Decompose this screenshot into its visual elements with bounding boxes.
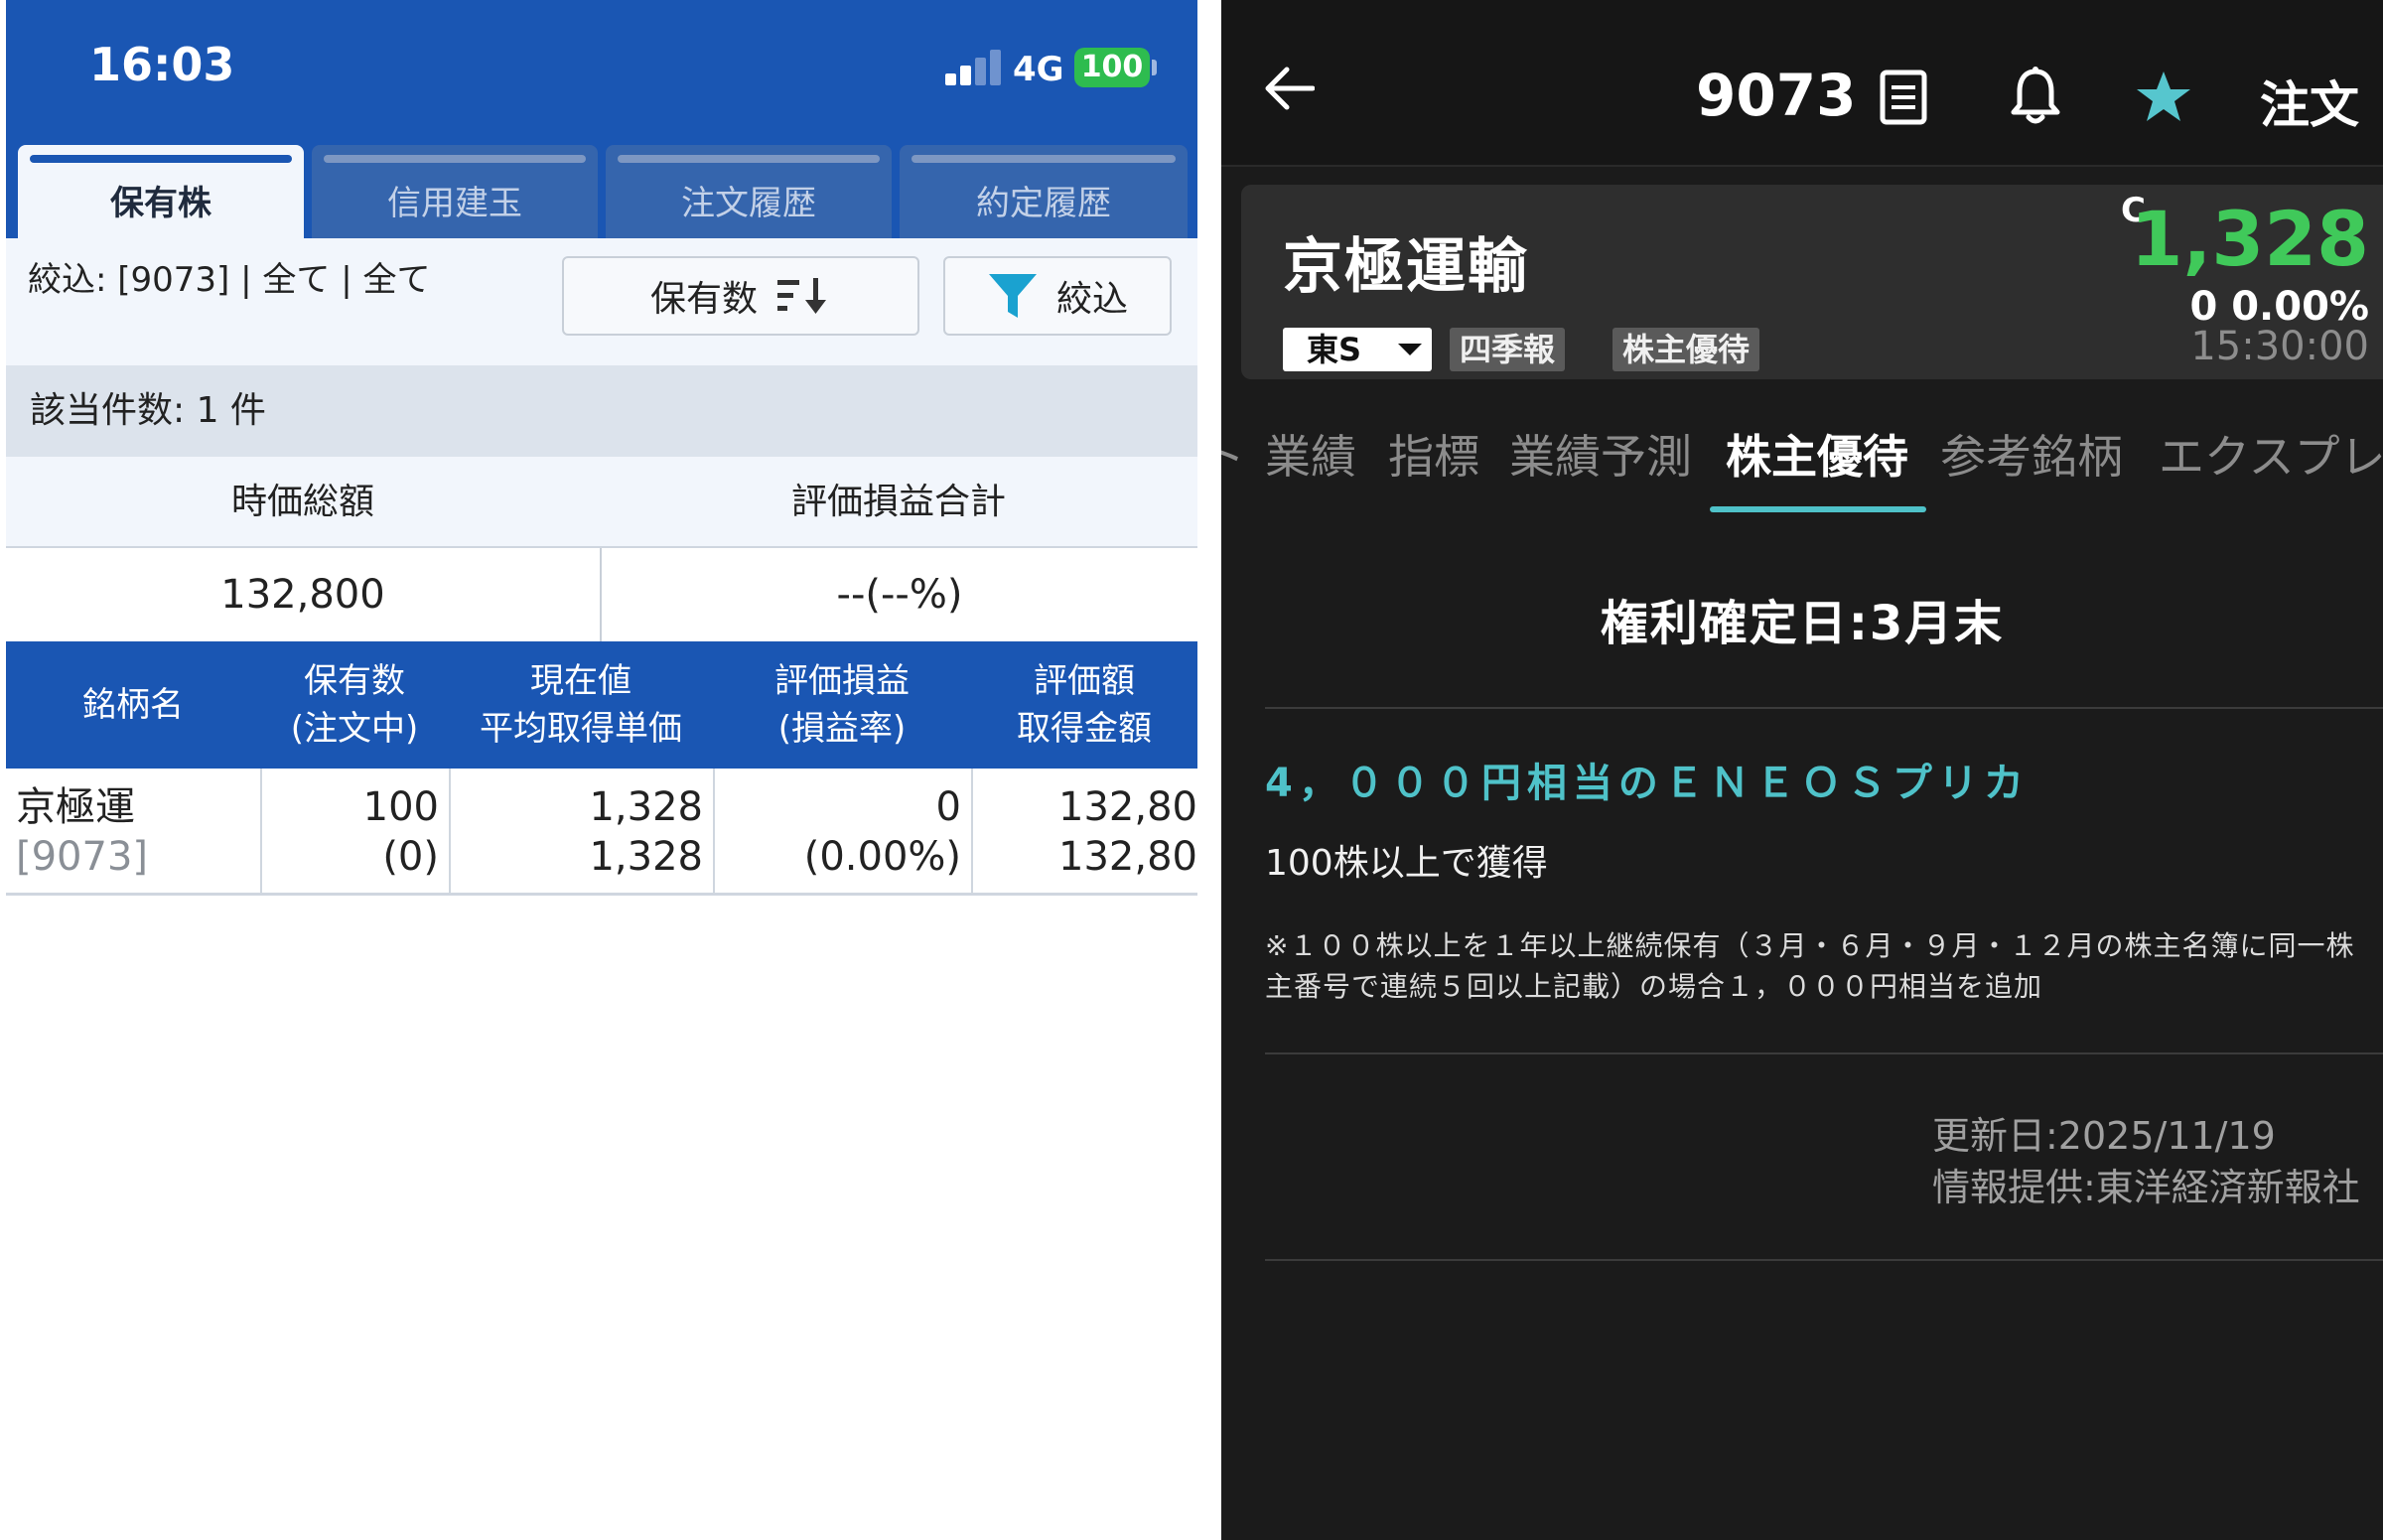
filter-summary: 絞込: [9073] | 全て | 全て	[28, 260, 431, 300]
update-info: 更新日:2025/11/19 情報提供:東洋経済新報社	[1932, 1110, 2360, 1213]
row-quantity: 100 (0)	[362, 784, 439, 880]
subtab-indicators[interactable]: 指標	[1388, 421, 1479, 487]
active-tab-indicator	[1710, 506, 1926, 512]
tab-holdings[interactable]: 保有株	[18, 145, 304, 238]
pl-total-label: 評価損益合計	[600, 457, 1197, 548]
filter-icon	[988, 274, 1037, 318]
divider	[1265, 1259, 2383, 1261]
subtab-prev-partial[interactable]: ト	[1221, 421, 1245, 487]
info-provider: 情報提供:東洋経済新報社	[1932, 1166, 2360, 1209]
back-arrow-icon[interactable]	[1263, 66, 1315, 111]
row-price: 1,328 1,328	[589, 784, 703, 880]
tab-order-history[interactable]: 注文履歴	[606, 145, 892, 238]
holdings-screen: 16:03 4G 100 保有株 信用建玉 注文履歴 約定履歴 絞込: [907…	[6, 0, 1197, 1540]
current-price: 1,328	[2130, 195, 2369, 283]
signal-icon	[945, 48, 1005, 85]
row-pl: 0 (0.00%)	[803, 784, 961, 880]
subtab-shareholder-benefits[interactable]: 株主優待	[1726, 421, 1908, 487]
tab-margin-positions[interactable]: 信用建玉	[312, 145, 598, 238]
updated-date: 更新日:2025/11/19	[1932, 1114, 2276, 1158]
tab-execution-history[interactable]: 約定履歴	[900, 145, 1188, 238]
sort-button-label: 保有数	[649, 279, 758, 320]
rights-date: 権利確定日:3月末	[1600, 596, 2005, 651]
benefit-title: 4，０００円相当のＥＮＥＯＳプリカ	[1265, 761, 2030, 806]
result-count: 該当件数: 1 件	[6, 365, 1197, 457]
sort-button[interactable]: 保有数	[562, 256, 919, 336]
market-value-label: 時価総額	[6, 457, 600, 548]
subtab-earnings[interactable]: 業績	[1265, 421, 1356, 487]
star-icon[interactable]	[2135, 70, 2192, 123]
benefit-condition: 100株以上で獲得	[1265, 843, 1548, 884]
table-row[interactable]: 京極運 [9073] 100 (0) 1,328 1,328 0 (0.00%) 132…	[6, 769, 1197, 896]
filter-button[interactable]: 絞込	[943, 256, 1172, 336]
filter-button-label: 絞込	[1055, 279, 1128, 320]
col-name[interactable]: 銘柄名	[6, 641, 260, 769]
col-value[interactable]: 評価額 取得金額	[971, 641, 1197, 769]
detail-header: 9073 注文	[1221, 0, 2383, 167]
stock-code: 9073	[1696, 62, 1857, 129]
sort-descending-icon	[777, 278, 826, 314]
memo-icon[interactable]	[1879, 70, 1928, 125]
col-pl[interactable]: 評価損益 (損益率)	[713, 641, 971, 769]
stock-detail-screen: 9073 注文 京極運輸 東S 四季報 株主優待 C 1,328 0 0.00%…	[1221, 0, 2383, 1540]
price-time: 15:30:00	[2190, 324, 2369, 369]
col-price[interactable]: 現在値 平均取得単価	[449, 641, 713, 769]
market-select[interactable]: 東S	[1283, 328, 1432, 371]
network-type: 4G	[1013, 50, 1064, 89]
row-value: 132,80 132,80	[1058, 784, 1197, 880]
quote-panel: 京極運輸 東S 四季報 株主優待 C 1,328 0 0.00% 15:30:0…	[1241, 185, 2383, 379]
chevron-down-icon	[1398, 344, 1422, 355]
shikiho-badge[interactable]: 四季報	[1450, 328, 1566, 371]
subtab-reference[interactable]: 参考銘柄	[1940, 421, 2123, 487]
holdings-table-header: 銘柄名 保有数 (注文中) 現在値 平均取得単価 評価損益 (損益率) 評価額 取得金額	[6, 641, 1197, 769]
screen-gap	[1197, 0, 1221, 1540]
divider	[1265, 707, 2383, 709]
status-time: 16:03	[89, 38, 235, 91]
pl-total: --(--%)	[602, 548, 1197, 641]
row-stock-name: 京極運 [9073]	[16, 784, 149, 880]
subtab-express[interactable]: エクスプレ	[2159, 421, 2383, 487]
col-quantity[interactable]: 保有数 (注文中)	[260, 641, 449, 769]
status-bar: 16:03 4G 100	[6, 0, 1197, 137]
market-value: 132,800	[6, 548, 600, 641]
bell-icon[interactable]	[2010, 66, 2061, 125]
battery-cap	[1152, 60, 1157, 75]
stock-name: 京極運輸	[1283, 232, 1529, 302]
benefit-note: ※１００株以上を１年以上継続保有（３月・６月・９月・１２月の株主名簿に同一株主番…	[1265, 929, 2355, 1003]
subtab-forecast[interactable]: 業績予測	[1509, 421, 1692, 487]
divider	[1265, 1052, 2383, 1054]
yutai-badge[interactable]: 株主優待	[1612, 328, 1760, 371]
order-button[interactable]: 注文	[2260, 66, 2359, 137]
battery-icon: 100	[1074, 48, 1150, 87]
